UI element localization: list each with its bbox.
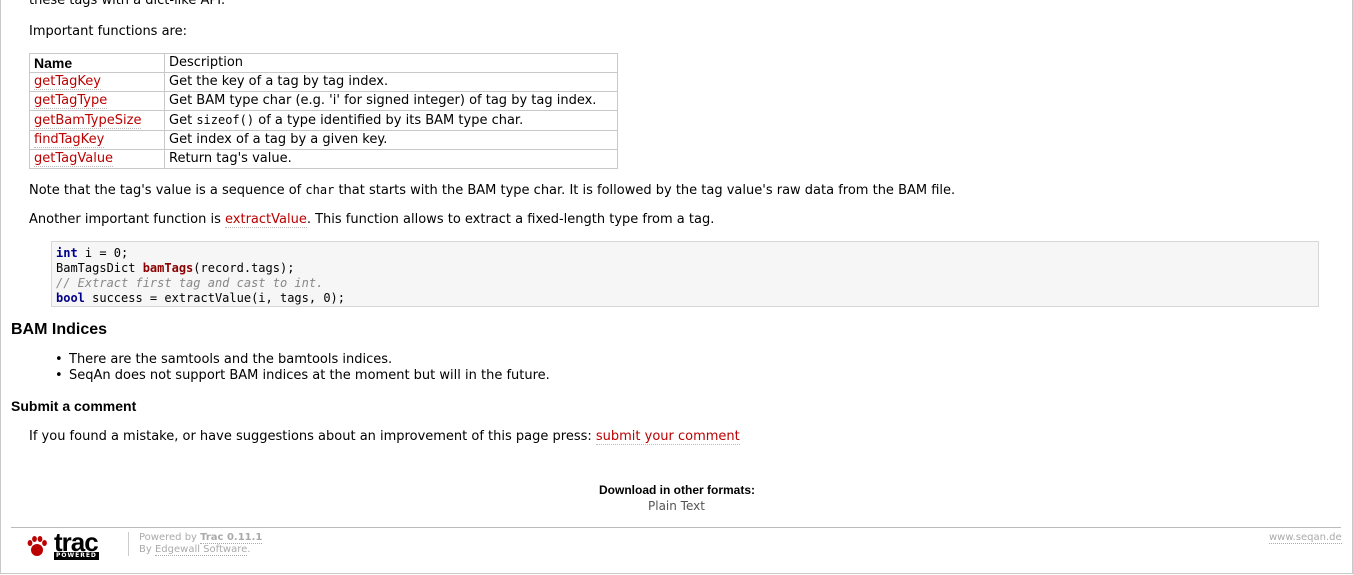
table-row: getTagKey Get the key of a tag by tag in… <box>29 72 618 92</box>
intro-text-cut: these tags with a dict-like API. <box>29 0 226 8</box>
trac-logo[interactable]: trac POWERED <box>24 527 108 562</box>
header-name: Name <box>29 53 165 73</box>
code-line: int i = 0; <box>56 246 129 260</box>
desc-findTagKey: Get index of a tag by a given key. <box>164 130 618 150</box>
functions-table: Name Description getTagKey Get the key o… <box>29 53 618 169</box>
list-item: SeqAn does not support BAM indices at th… <box>51 368 550 384</box>
important-functions-label: Important functions are: <box>29 24 187 39</box>
desc-getTagType: Get BAM type char (e.g. 'i' for signed i… <box>164 91 618 111</box>
table-row: getBamTypeSize Get sizeof() of a type id… <box>29 110 618 131</box>
desc-getTagKey: Get the key of a tag by tag index. <box>164 72 618 92</box>
link-findTagKey[interactable]: findTagKey <box>34 132 105 148</box>
link-getBamTypeSize[interactable]: getBamTypeSize <box>34 112 142 129</box>
char-code: char <box>305 183 335 197</box>
footer-divider <box>11 527 1341 528</box>
submit-comment-heading: Submit a comment <box>11 398 137 414</box>
table-row: findTagKey Get index of a tag by a given… <box>29 130 618 150</box>
link-getTagType[interactable]: getTagType <box>34 93 108 109</box>
note-paragraph: Note that the tag's value is a sequence … <box>29 183 956 198</box>
link-getTagKey[interactable]: getTagKey <box>34 74 101 90</box>
submit-paragraph: If you found a mistake, or have suggesti… <box>29 429 740 445</box>
code-block: int i = 0; BamTagsDict bamTags(record.ta… <box>51 241 1319 307</box>
submit-comment-link[interactable]: submit your comment <box>595 429 740 445</box>
table-header-row: Name Description <box>29 53 618 73</box>
plain-text-link[interactable]: Plain Text <box>648 499 705 513</box>
powered-tag: POWERED <box>54 552 99 560</box>
site-link[interactable]: www.seqan.de <box>1269 532 1342 544</box>
code-line: BamTagsDict bamTags(record.tags); <box>56 261 295 275</box>
desc-getBamTypeSize: Get sizeof() of a type identified by its… <box>164 110 618 131</box>
paw-icon <box>27 536 47 556</box>
sizeof-code: sizeof() <box>196 113 255 127</box>
bam-indices-heading: BAM Indices <box>11 321 108 338</box>
desc-getTagValue: Return tag's value. <box>164 149 618 169</box>
table-row: getTagType Get BAM type char (e.g. 'i' f… <box>29 91 618 111</box>
bam-indices-list: There are the samtools and the bamtools … <box>51 352 550 384</box>
code-line: bool success = extractValue(i, tags, 0); <box>56 291 345 305</box>
table-row: getTagValue Return tag's value. <box>29 149 618 169</box>
edgewall-link[interactable]: Edgewall Software <box>154 544 248 556</box>
link-extractValue[interactable]: extractValue <box>225 212 307 228</box>
link-getTagValue[interactable]: getTagValue <box>34 151 114 167</box>
powered-by-text: Powered by Trac 0.11.1 By Edgewall Softw… <box>139 532 263 556</box>
another-function-paragraph: Another important function is extractVal… <box>29 212 715 228</box>
footer-separator <box>128 532 129 556</box>
download-heading: Download in other formats: <box>599 483 755 497</box>
code-line: // Extract first tag and cast to int. <box>56 276 324 290</box>
list-item: There are the samtools and the bamtools … <box>51 352 550 368</box>
header-description: Description <box>164 53 618 73</box>
trac-version-link[interactable]: Trac 0.11.1 <box>200 532 263 544</box>
